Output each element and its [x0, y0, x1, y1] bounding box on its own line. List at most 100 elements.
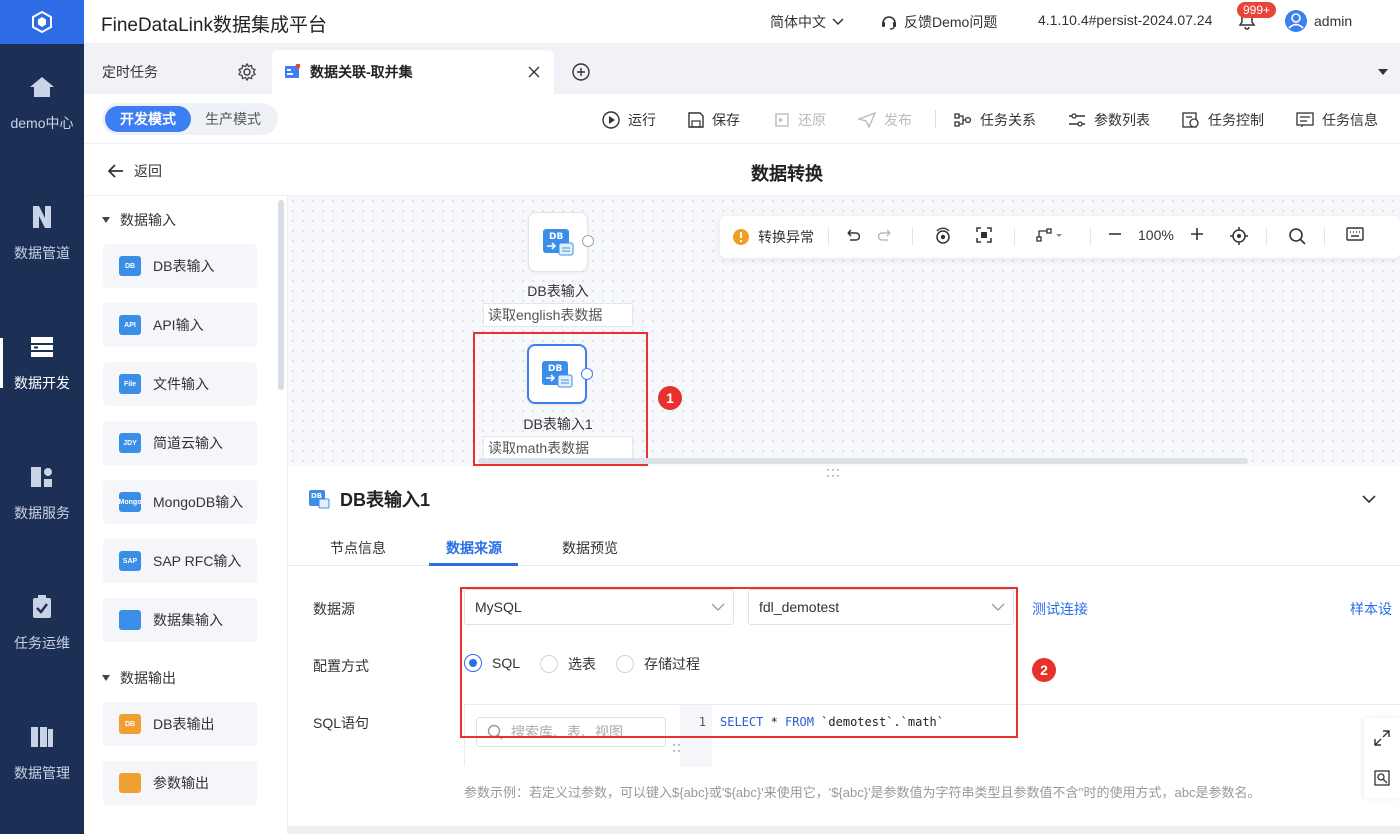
fit-screen-icon	[976, 227, 992, 243]
zoom-level: 100%	[1138, 227, 1174, 243]
headset-icon	[882, 16, 896, 30]
component-panel: 数据输入 DB DB表输入 API API输入 File 文件输入 JDY 简道云输入 Mong…	[84, 196, 288, 834]
sample-setting-link[interactable]: 样本设	[1350, 599, 1392, 619]
restore-button[interactable]: 还原	[774, 110, 826, 130]
group-output[interactable]: 数据输出	[102, 668, 176, 688]
run-label: 运行	[628, 112, 656, 128]
publish-label: 发布	[884, 112, 912, 128]
zoom-in-button[interactable]	[1190, 227, 1204, 241]
format-icon[interactable]	[1374, 770, 1390, 786]
resize-handle[interactable]: ··· ···	[826, 463, 841, 481]
relations-icon	[954, 113, 972, 127]
param-list-button[interactable]: 参数列表	[1068, 110, 1150, 130]
flow-canvas[interactable]: DB DB表输入 读取english表数据 DB DB表输入1 读取math表数…	[288, 196, 1400, 466]
highlight-box-2	[460, 587, 1018, 738]
feedback-label: 反馈Demo问题	[904, 14, 998, 30]
language-select[interactable]: 简体中文	[770, 12, 844, 32]
component-icon: DB	[119, 256, 141, 276]
shortcut-button[interactable]	[1346, 227, 1364, 241]
panel-scrollbar[interactable]	[288, 826, 1400, 834]
group-label: 数据输出	[120, 670, 176, 686]
locate-button[interactable]	[1230, 227, 1248, 245]
component-icon: JDY	[119, 433, 141, 453]
version-text: 4.1.10.4#persist-2024.07.24	[1038, 12, 1213, 28]
toolbar-divider	[1090, 228, 1091, 246]
publish-button[interactable]: 发布	[858, 110, 912, 130]
prod-mode-button[interactable]: 生产模式	[191, 106, 275, 132]
plus-circle-icon	[572, 63, 590, 81]
input-component-item[interactable]: Mongo MongoDB输入	[103, 480, 257, 524]
collapse-chevron-icon[interactable]	[1362, 494, 1376, 504]
redo-button[interactable]	[878, 227, 894, 243]
nav-item-dev[interactable]: 数据开发	[0, 308, 84, 418]
pipeline-icon	[28, 203, 56, 231]
task-icon	[285, 64, 300, 78]
status-warning[interactable]: 转换异常	[732, 227, 814, 247]
db-node-icon: DB	[543, 229, 574, 256]
component-icon: File	[119, 374, 141, 394]
datasource-label: 数据源	[313, 601, 355, 617]
feedback-link[interactable]: 反馈Demo问题	[880, 12, 997, 32]
eye-scan-icon	[936, 227, 950, 244]
tab-data-source[interactable]: 数据来源	[446, 538, 502, 558]
component-label: 参数输出	[153, 775, 209, 791]
nav-label: 任务运维	[14, 635, 70, 651]
back-button[interactable]: 返回	[108, 161, 162, 181]
node-output-port[interactable]	[582, 235, 594, 247]
input-component-item[interactable]: JDY 简道云输入	[103, 421, 257, 465]
nav-item-demo[interactable]: demo中心	[0, 48, 84, 158]
output-component-item[interactable]: DB DB表输出	[103, 702, 257, 746]
tab-join-union[interactable]: 数据关联-取并集	[272, 50, 554, 94]
component-icon: SAP	[119, 551, 141, 571]
zoom-out-button[interactable]	[1108, 227, 1122, 241]
panel-scrollbar[interactable]	[278, 200, 284, 390]
add-tab-button[interactable]	[572, 50, 590, 94]
tab-node-info[interactable]: 节点信息	[330, 538, 386, 558]
language-label: 简体中文	[770, 14, 826, 30]
test-connection-link[interactable]: 测试连接	[1032, 599, 1088, 619]
toolbar-divider	[912, 228, 913, 246]
plus-icon	[1191, 228, 1203, 240]
input-component-item[interactable]: File 文件输入	[103, 362, 257, 406]
expand-icon[interactable]	[1374, 730, 1390, 746]
preview-button[interactable]	[934, 227, 952, 245]
undo-button[interactable]	[844, 227, 860, 243]
nav-item-pipeline[interactable]: 数据管道	[0, 178, 84, 288]
input-component-item[interactable]: SAP SAP RFC输入	[103, 539, 257, 583]
active-tab-indicator	[429, 563, 518, 566]
output-component-item[interactable]: 参数输出	[103, 761, 257, 805]
tab-scheduled[interactable]: 定时任务	[84, 50, 266, 94]
fit-view-button[interactable]	[976, 227, 992, 243]
nav-item-ops[interactable]: 任务运维	[0, 568, 84, 678]
nav-item-service[interactable]: 数据服务	[0, 438, 84, 548]
nav-label: 数据管理	[14, 765, 70, 781]
run-button[interactable]: 运行	[602, 110, 656, 130]
crosshair-icon	[1230, 227, 1248, 245]
node-description[interactable]: 读取english表数据	[483, 303, 633, 327]
task-control-button[interactable]: 任务控制	[1182, 110, 1264, 130]
logo-icon	[32, 10, 52, 34]
dev-mode-button[interactable]: 开发模式	[105, 106, 191, 132]
tab-label: 定时任务	[102, 64, 158, 80]
tab-dropdown-button[interactable]	[1378, 50, 1388, 94]
input-component-item[interactable]: API API输入	[103, 303, 257, 347]
side-tools	[1364, 718, 1400, 798]
component-label: MongoDB输入	[153, 494, 244, 510]
nav-item-manage[interactable]: 数据管理	[0, 698, 84, 808]
save-button[interactable]: 保存	[688, 110, 740, 130]
input-component-item[interactable]: 数据集输入	[103, 598, 257, 642]
canvas-scrollbar[interactable]	[478, 458, 1248, 464]
send-icon	[858, 112, 876, 128]
user-menu[interactable]: admin	[1284, 9, 1352, 33]
task-info-button[interactable]: 任务信息	[1296, 110, 1378, 130]
node-db-input[interactable]: DB	[528, 212, 588, 272]
app-logo[interactable]	[0, 0, 84, 44]
input-component-item[interactable]: DB DB表输入	[103, 244, 257, 288]
tab-data-preview[interactable]: 数据预览	[562, 538, 618, 558]
mode-switch: 开发模式 生产模式	[102, 103, 278, 135]
search-button[interactable]	[1288, 227, 1306, 245]
component-label: 数据集输入	[153, 612, 223, 628]
layout-button[interactable]	[1036, 227, 1062, 243]
task-relations-button[interactable]: 任务关系	[954, 110, 1036, 130]
group-input[interactable]: 数据输入	[102, 210, 176, 230]
